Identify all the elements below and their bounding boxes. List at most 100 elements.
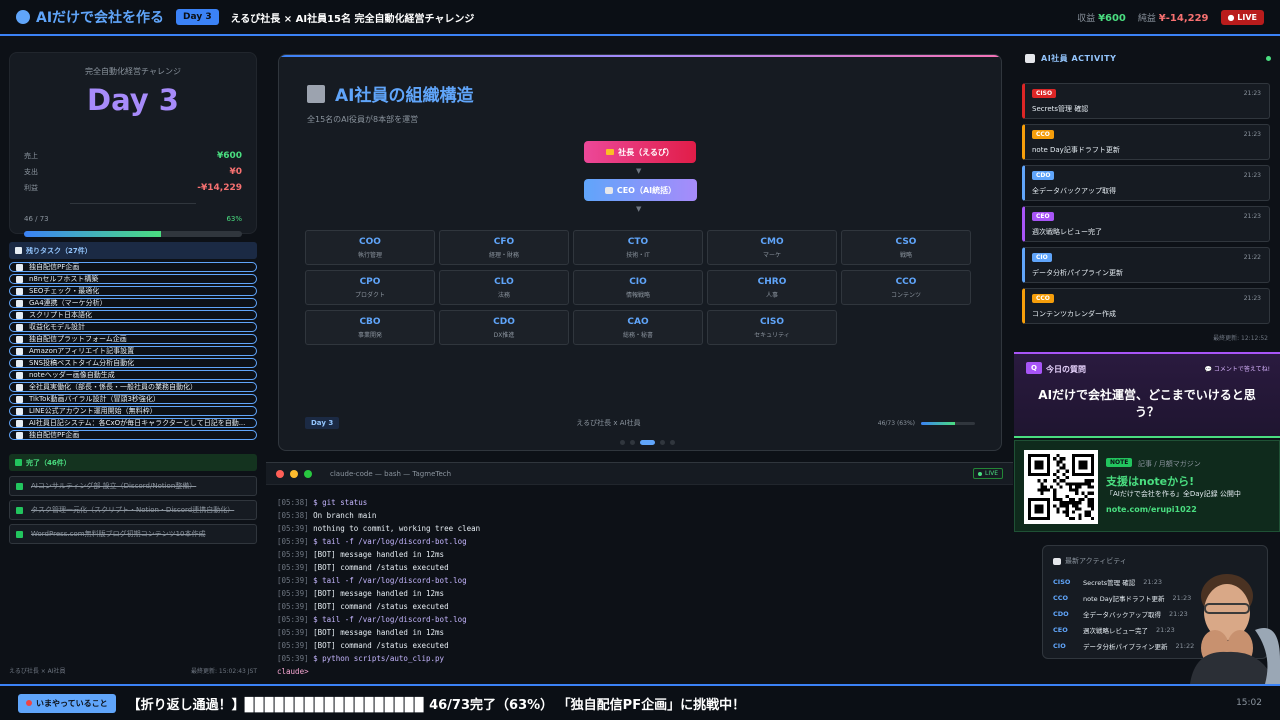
terminal-timestamp: [05:39] — [277, 602, 309, 611]
terminal-window: claude-code — bash — TagmeTech LIVE [05:… — [266, 462, 1013, 684]
terminal-timestamp: [05:39] — [277, 537, 309, 546]
checkbox-icon[interactable] — [16, 383, 23, 391]
task-item[interactable]: 独自配信PF企画 — [9, 430, 257, 440]
checkbox-icon[interactable] — [16, 419, 23, 427]
maximize-dot-icon[interactable] — [304, 469, 312, 478]
slide-dot[interactable] — [670, 440, 675, 445]
task-label: AI社員日記システム：各CxOが毎日キャラクターとして日記を自動... — [29, 419, 246, 427]
checkbox-icon[interactable] — [16, 263, 23, 271]
checkbox-icon[interactable] — [16, 335, 23, 343]
down-arrow-icon: ▼ — [636, 205, 642, 213]
role-desc: 戦略 — [899, 251, 912, 259]
task-item[interactable]: 独自配信プラットフォーム企画 — [9, 334, 257, 344]
task-item[interactable]: SNS投稿ベストタイム分析自動化 — [9, 358, 257, 368]
sales-value: ¥600 — [216, 151, 242, 161]
slide-footer: Day 3 えるぴ社長 x AI社員 46/73 (63%) — [305, 416, 975, 430]
bottom-bar: いまやっていること 【折り返し通過！】▉▉▉▉▉▉▉▉▉▉▉▉▉▉▉▉▉▉ 46… — [0, 684, 1280, 720]
progress-bar-fill — [24, 231, 162, 237]
checkbox-icon[interactable] — [16, 395, 23, 403]
terminal-timestamp: [05:39] — [277, 524, 309, 533]
minimize-dot-icon[interactable] — [290, 469, 298, 478]
terminal-line: [05:39] [BOT] command /status executed — [277, 639, 1002, 652]
checkbox-icon[interactable] — [16, 323, 23, 331]
done-item[interactable]: タスク管理一元化（スクリプト・Notion・Discord連携自動化） — [9, 500, 257, 520]
activity-item: CIO 21:22 データ分析パイプライン更新 — [1022, 247, 1270, 283]
left-footer: えるぴ社長 × AI社員 最終更新: 15:02:43 JST — [9, 666, 257, 675]
task-item[interactable]: 収益化モデル設計 — [9, 322, 257, 332]
checkbox-icon[interactable] — [16, 311, 23, 319]
question-label: 今日の質問 — [1046, 365, 1086, 374]
done-item[interactable]: AIコンサルティング部 設立（Discord/Notion整備） — [9, 476, 257, 496]
note-subtitle: 「AIだけで会社を作る」全Day記録 公開中 — [1106, 490, 1241, 498]
checkbox-icon[interactable] — [16, 287, 23, 295]
terminal-prompt[interactable]: claude> — [277, 665, 1002, 678]
task-item[interactable]: n8nセルフホスト構築 — [9, 274, 257, 284]
activity-item: CEO 21:23 週次戦略レビュー完了 — [1022, 206, 1270, 242]
checkbox-icon — [15, 247, 22, 254]
activity-header: AI社員 ACTIVITY — [1025, 53, 1271, 64]
activity-message: Secrets管理 確認 — [1032, 105, 1089, 113]
close-dot-icon[interactable] — [276, 469, 284, 478]
task-item[interactable]: Amazonアフィリエイト記事設置 — [9, 346, 257, 356]
task-label: SNS投稿ベストタイム分析自動化 — [29, 359, 135, 367]
activity-updated: 最終更新: 12:12:52 — [1213, 335, 1268, 342]
checkbox-icon[interactable] — [16, 299, 23, 307]
role-card: CLO 法務 — [439, 270, 569, 305]
task-label: 全社員実働化（部長・係長・一般社員の業務自動化） — [29, 383, 197, 391]
checkbox-icon[interactable] — [16, 275, 23, 283]
terminal-output: [05:38] $ git status [05:38] On branch ma… — [266, 485, 1013, 678]
task-item[interactable]: 独自配信PF企画 — [9, 262, 257, 272]
checkbox-icon[interactable] — [16, 431, 23, 439]
slide-dot[interactable] — [660, 440, 665, 445]
checkbox-icon[interactable] — [16, 371, 23, 379]
activity-message: コンテンツカレンダー作成 — [1032, 310, 1116, 318]
task-item[interactable]: スクリプト日本語化 — [9, 310, 257, 320]
net-value: ¥-14,229 — [1158, 12, 1209, 24]
activity-message: note Day記事ドラフト更新 — [1032, 146, 1120, 154]
robot-icon — [1053, 557, 1061, 565]
task-item[interactable]: GA4連携（マーケ分析） — [9, 298, 257, 308]
top-stats: 収益 ¥600 純益 ¥-14,229 ● LIVE — [1077, 9, 1264, 25]
role-name: CISO — [759, 316, 785, 327]
now-doing-button[interactable]: いまやっていること — [18, 693, 116, 713]
task-item[interactable]: SEOチェック・最適化 — [9, 286, 257, 296]
qr-code-icon[interactable] — [1024, 450, 1098, 524]
task-item[interactable]: LINE公式アカウント運用開始（無料枠） — [9, 406, 257, 416]
role-card: CBO 事業開発 — [305, 310, 435, 345]
sales-row: 売上 ¥600 — [24, 151, 242, 161]
net-stat: 純益 ¥-14,229 — [1138, 11, 1209, 24]
role-name: CAO — [627, 316, 649, 327]
slide-dot[interactable] — [620, 440, 625, 445]
mini-message: Secrets管理 確認 — [1083, 579, 1136, 587]
note-url-link[interactable]: note.com/erupi1022 — [1106, 505, 1197, 514]
slide-dot[interactable] — [630, 440, 635, 445]
checked-icon — [16, 506, 23, 514]
slide-dot-active[interactable] — [640, 440, 655, 445]
mini-activity-row: CCO note Day記事ドラフト更新 21:23 — [1053, 590, 1194, 606]
role-card: COO 執行管理 — [305, 230, 435, 265]
task-item[interactable]: AI社員日記システム：各CxOが毎日キャラクターとして日記を自動... — [9, 418, 257, 428]
role-card: CTO 技術・IT — [573, 230, 703, 265]
role-card: CPO プロダクト — [305, 270, 435, 305]
footer-brand: えるぴ社長 × AI社員 — [9, 668, 66, 675]
progress-count: 46 / 73 — [24, 215, 49, 223]
terminal-text: [BOT] command /status executed — [313, 563, 449, 572]
terminal-text: $ tail -f /var/log/discord-bot.log — [313, 615, 467, 624]
done-item[interactable]: WordPress.com無料版ブログ初期コンテンツ10本作成 — [9, 524, 257, 544]
expense-value: ¥0 — [229, 167, 242, 177]
role-name: CFO — [493, 236, 515, 247]
question-card: Q 今日の質問 💬 コメントで答えてね! AIだけで会社運営、どこまでいけると思… — [1014, 352, 1280, 438]
activity-time: 21:23 — [1243, 295, 1261, 302]
checkbox-icon[interactable] — [16, 359, 23, 367]
slide-progress-bar — [920, 421, 975, 425]
role-desc: 法務 — [497, 291, 510, 299]
question-badge: Q — [1026, 362, 1042, 374]
task-item[interactable]: noteヘッダー画像自動生成 — [9, 370, 257, 380]
terminal-timestamp: [05:39] — [277, 628, 309, 637]
pin-icon — [26, 700, 32, 706]
task-item[interactable]: 全社員実働化（部長・係長・一般社員の業務自動化） — [9, 382, 257, 392]
task-item[interactable]: TikTok動画バイラル設計（冒頭3秒強化） — [9, 394, 257, 404]
net-label: 純益 — [1137, 13, 1156, 24]
checkbox-icon[interactable] — [16, 347, 23, 355]
checkbox-icon[interactable] — [16, 407, 23, 415]
